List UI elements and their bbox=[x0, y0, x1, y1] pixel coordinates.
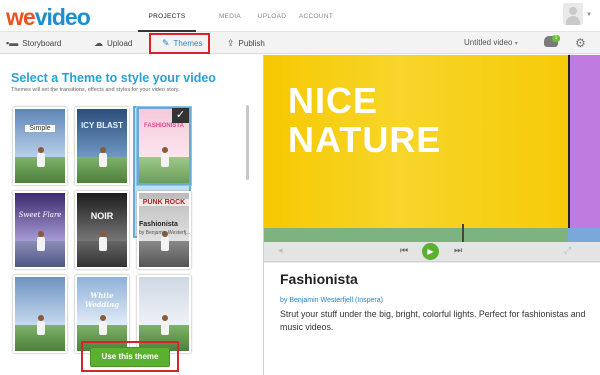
thumb-figure bbox=[34, 147, 48, 169]
top-bar: wevideo PROJECTS MEDIA UPLOAD ACCOUNT ▼ bbox=[0, 0, 600, 32]
theme-label: PUNK ROCK bbox=[139, 199, 189, 206]
logo-we-text: we bbox=[6, 4, 36, 30]
theme-label: NOIR bbox=[90, 211, 114, 221]
nav-media[interactable]: MEDIA bbox=[214, 0, 246, 32]
thumb-figure bbox=[34, 231, 48, 253]
volume-icon[interactable]: ◂ bbox=[278, 245, 283, 256]
logo-video-text: video bbox=[34, 4, 91, 30]
timeline-next-segment bbox=[568, 228, 600, 242]
project-title-dropdown[interactable]: Untitled video ▾ bbox=[464, 32, 518, 54]
selected-theme-author: by Benjamin Westerfj... bbox=[139, 230, 191, 236]
theme-info-title: Fashionista bbox=[280, 271, 358, 287]
checkmark-icon: ✓ bbox=[172, 108, 189, 123]
storyboard-button[interactable]: ▪▬ Storyboard bbox=[6, 32, 61, 54]
use-this-theme-button[interactable]: Use this theme bbox=[90, 347, 170, 367]
chevron-down-icon[interactable]: ▼ bbox=[586, 12, 592, 18]
thumb-figure bbox=[34, 315, 48, 337]
chevron-down-icon: ▾ bbox=[514, 41, 518, 47]
theme-label: ICY BLAST bbox=[80, 121, 124, 130]
storyboard-label: Storyboard bbox=[22, 38, 62, 48]
skip-forward-icon[interactable]: ⏭ bbox=[454, 245, 462, 256]
upload-label: Upload bbox=[107, 38, 133, 48]
upload-button[interactable]: ☁ Upload bbox=[94, 32, 132, 54]
clip-divider bbox=[568, 55, 570, 228]
thumb-figure bbox=[158, 147, 172, 169]
notification-badge: 1 bbox=[552, 35, 560, 42]
avatar-head bbox=[569, 7, 577, 15]
main-nav: PROJECTS MEDIA UPLOAD ACCOUNT bbox=[138, 0, 336, 32]
cloud-upload-icon: ☁ bbox=[94, 37, 103, 48]
storyboard-icon: ▪▬ bbox=[6, 38, 19, 48]
preview-title-line2: NATURE bbox=[288, 119, 442, 160]
publish-label: Publish bbox=[238, 38, 265, 48]
gear-icon[interactable]: ⚙ bbox=[575, 36, 586, 50]
theme-grid: Simple ICY BLAST FASHIONISTA Sweet Flare… bbox=[0, 55, 240, 375]
play-button[interactable]: ▶ bbox=[422, 243, 439, 260]
user-avatar[interactable] bbox=[563, 3, 583, 25]
themes-panel: Select a Theme to style your video Theme… bbox=[0, 55, 262, 375]
avatar-body bbox=[566, 16, 580, 25]
video-preview[interactable]: NICE NATURE bbox=[264, 55, 600, 228]
thumb-figure bbox=[96, 231, 110, 253]
wevideo-logo[interactable]: wevideo bbox=[6, 4, 91, 31]
nav-upload[interactable]: UPLOAD bbox=[256, 0, 288, 32]
theme-list-scrollbar[interactable] bbox=[246, 105, 249, 180]
theme-info-description: Strut your stuff under the big, bright, … bbox=[280, 309, 586, 332]
thumb-figure bbox=[158, 315, 172, 337]
playhead[interactable] bbox=[462, 224, 464, 242]
fullscreen-icon[interactable]: ⤢ bbox=[564, 245, 571, 256]
thumb-figure bbox=[96, 147, 110, 169]
themes-highlight-box bbox=[149, 33, 210, 54]
playback-controls: ◂ ⏮ ▶ ⏭ ⤢ bbox=[264, 242, 600, 262]
theme-label: Simple bbox=[25, 125, 55, 132]
preview-title: NICE NATURE bbox=[288, 81, 441, 159]
theme-thumb-simple[interactable]: Simple bbox=[13, 107, 67, 185]
preview-timeline[interactable] bbox=[264, 224, 600, 242]
selected-theme-name: Fashionista bbox=[139, 221, 178, 228]
next-clip-strip bbox=[568, 55, 600, 228]
theme-label: FASHIONISTA bbox=[144, 123, 184, 129]
theme-thumb-noir[interactable]: NOIR bbox=[75, 191, 129, 269]
project-title: Untitled video bbox=[464, 38, 513, 47]
skip-back-icon[interactable]: ⏮ bbox=[400, 245, 408, 256]
theme-thumb-sweet-flare[interactable]: Sweet Flare bbox=[13, 191, 67, 269]
theme-thumb-7[interactable] bbox=[13, 275, 67, 353]
publish-button[interactable]: ⇪ Publish bbox=[227, 32, 265, 54]
nav-account[interactable]: ACCOUNT bbox=[296, 0, 336, 32]
theme-label: Sweet Flare bbox=[18, 211, 62, 219]
publish-icon: ⇪ bbox=[227, 37, 235, 48]
preview-panel: NICE NATURE ◂ ⏮ ▶ ⏭ ⤢ Fashionista by Ben… bbox=[263, 55, 600, 375]
theme-label: White Wedding bbox=[84, 291, 120, 309]
thumb-figure bbox=[96, 315, 110, 337]
nav-projects[interactable]: PROJECTS bbox=[138, 0, 196, 32]
theme-info-author[interactable]: by Benjamin Westerfjell (Inspera) bbox=[280, 297, 383, 304]
preview-title-line1: NICE bbox=[288, 80, 379, 121]
theme-thumb-icy-blast[interactable]: ICY BLAST bbox=[75, 107, 129, 185]
theme-info: Fashionista by Benjamin Westerfjell (Ins… bbox=[264, 263, 600, 375]
editor-toolbar: ▪▬ Storyboard ☁ Upload ✎ Themes ⇪ Publis… bbox=[0, 32, 600, 54]
